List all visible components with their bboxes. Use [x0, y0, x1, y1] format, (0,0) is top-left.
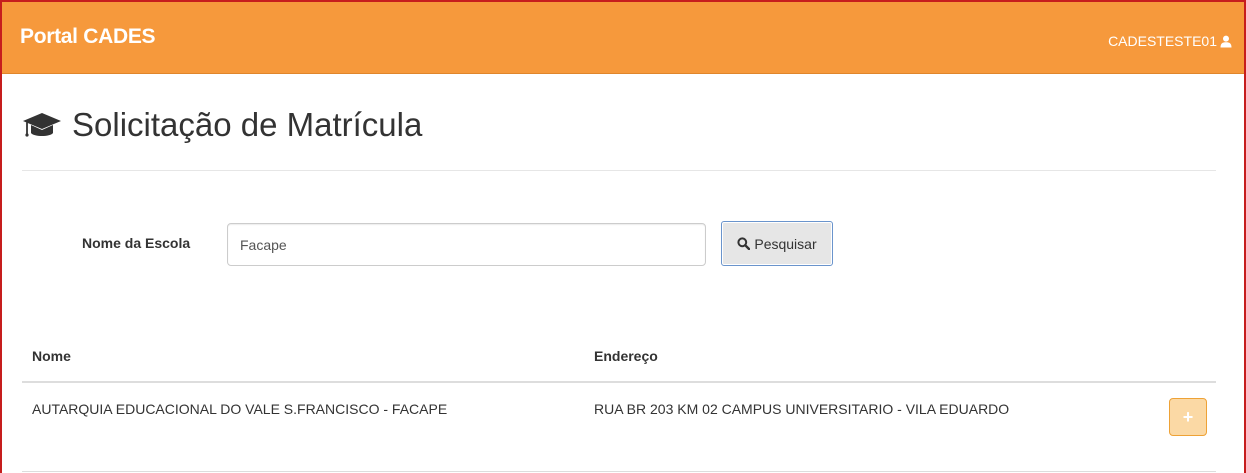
column-header-nome: Nome [32, 348, 71, 364]
plus-icon: + [1182, 406, 1194, 427]
user-icon [1220, 35, 1232, 47]
username-label: CADESTESTE01 [1108, 33, 1217, 49]
school-name-input[interactable] [227, 223, 706, 266]
row-school-address: RUA BR 203 KM 02 CAMPUS UNIVERSITARIO - … [594, 401, 1010, 417]
top-navbar: Portal CADES CADESTESTE01 [2, 2, 1244, 74]
add-school-button[interactable]: + [1169, 398, 1207, 436]
app-window: Portal CADES CADESTESTE01 Solicitação de… [0, 0, 1246, 473]
search-button-label: Pesquisar [754, 235, 817, 252]
page-title: Solicitação de Matrícula [72, 106, 423, 143]
search-button[interactable]: Pesquisar [721, 221, 833, 266]
search-icon [737, 237, 751, 250]
row-school-name: AUTARQUIA EDUCACIONAL DO VALE S.FRANCISC… [32, 401, 448, 417]
table-header-divider [22, 381, 1216, 383]
header-divider [22, 170, 1216, 171]
graduation-cap-icon [23, 113, 61, 137]
brand-link[interactable]: Portal CADES [20, 25, 156, 49]
table-row-divider [22, 471, 1216, 472]
page-header: Solicitação de Matrícula [22, 106, 422, 144]
user-menu[interactable]: CADESTESTE01 [1108, 33, 1232, 49]
school-name-label: Nome da Escola [82, 235, 191, 251]
column-header-endereco: Endereço [594, 348, 658, 364]
